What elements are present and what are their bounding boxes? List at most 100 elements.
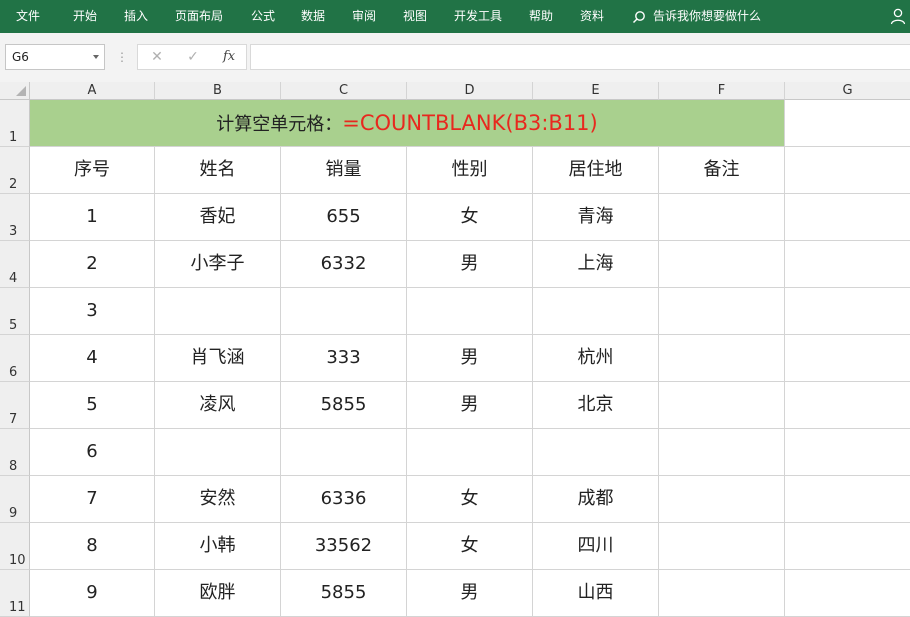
table-cell[interactable] bbox=[785, 288, 910, 335]
table-cell[interactable]: 男 bbox=[407, 382, 533, 429]
table-cell[interactable] bbox=[659, 335, 785, 382]
tab-insert[interactable]: 插入 bbox=[124, 0, 148, 33]
header-cell[interactable]: 姓名 bbox=[155, 147, 281, 194]
header-cell[interactable]: 备注 bbox=[659, 147, 785, 194]
table-cell[interactable] bbox=[785, 241, 910, 288]
table-cell[interactable] bbox=[659, 382, 785, 429]
row-header-3[interactable]: 3 bbox=[0, 194, 30, 241]
table-cell[interactable]: 香妃 bbox=[155, 194, 281, 241]
table-cell[interactable]: 小韩 bbox=[155, 523, 281, 570]
table-cell[interactable]: 男 bbox=[407, 570, 533, 617]
table-cell[interactable]: 青海 bbox=[533, 194, 659, 241]
row-header-9[interactable]: 9 bbox=[0, 476, 30, 523]
table-cell[interactable] bbox=[659, 288, 785, 335]
column-header-e[interactable]: E bbox=[533, 82, 659, 100]
table-cell[interactable]: 男 bbox=[407, 335, 533, 382]
table-cell[interactable]: 四川 bbox=[533, 523, 659, 570]
table-cell[interactable]: 小李子 bbox=[155, 241, 281, 288]
table-cell[interactable] bbox=[659, 523, 785, 570]
table-cell[interactable]: 凌风 bbox=[155, 382, 281, 429]
select-all-corner[interactable] bbox=[0, 82, 30, 100]
table-cell[interactable] bbox=[785, 523, 910, 570]
table-cell[interactable] bbox=[533, 429, 659, 476]
row-header-8[interactable]: 8 bbox=[0, 429, 30, 476]
table-cell[interactable]: 655 bbox=[281, 194, 407, 241]
table-cell[interactable]: 肖飞涵 bbox=[155, 335, 281, 382]
header-cell[interactable]: 销量 bbox=[281, 147, 407, 194]
table-cell[interactable]: 上海 bbox=[533, 241, 659, 288]
table-cell[interactable] bbox=[659, 194, 785, 241]
table-cell[interactable]: 山西 bbox=[533, 570, 659, 617]
table-cell[interactable]: 6 bbox=[30, 429, 155, 476]
row-header-10[interactable]: 10 bbox=[0, 523, 30, 570]
title-cell-a1[interactable]: 计算空单元格：=COUNTBLANK(B3:B11) bbox=[30, 100, 785, 147]
table-cell[interactable]: 7 bbox=[30, 476, 155, 523]
table-cell[interactable] bbox=[407, 288, 533, 335]
chevron-down-icon[interactable] bbox=[93, 55, 99, 59]
tab-data[interactable]: 数据 bbox=[301, 0, 325, 33]
table-cell[interactable] bbox=[155, 288, 281, 335]
row-header-2[interactable]: 2 bbox=[0, 147, 30, 194]
column-header-g[interactable]: G bbox=[785, 82, 910, 100]
cell[interactable] bbox=[785, 100, 910, 147]
table-cell[interactable]: 5855 bbox=[281, 382, 407, 429]
row-header-4[interactable]: 4 bbox=[0, 241, 30, 288]
table-cell[interactable] bbox=[281, 429, 407, 476]
row-header-7[interactable]: 7 bbox=[0, 382, 30, 429]
table-cell[interactable]: 女 bbox=[407, 194, 533, 241]
row-header-6[interactable]: 6 bbox=[0, 335, 30, 382]
table-cell[interactable]: 6336 bbox=[281, 476, 407, 523]
formula-input[interactable] bbox=[250, 44, 910, 70]
tab-home[interactable]: 开始 bbox=[73, 0, 97, 33]
table-cell[interactable]: 3 bbox=[30, 288, 155, 335]
header-cell[interactable]: 性别 bbox=[407, 147, 533, 194]
column-header-c[interactable]: C bbox=[281, 82, 407, 100]
table-cell[interactable] bbox=[785, 335, 910, 382]
table-cell[interactable] bbox=[785, 429, 910, 476]
user-icon[interactable] bbox=[890, 8, 906, 25]
tab-resources[interactable]: 资料 bbox=[580, 0, 604, 33]
table-cell[interactable]: 8 bbox=[30, 523, 155, 570]
column-header-b[interactable]: B bbox=[155, 82, 281, 100]
table-cell[interactable]: 杭州 bbox=[533, 335, 659, 382]
cancel-icon[interactable]: ✕ bbox=[145, 45, 169, 69]
tell-me-search[interactable]: 告诉我你想要做什么 bbox=[632, 0, 761, 33]
tab-review[interactable]: 审阅 bbox=[352, 0, 376, 33]
row-header-5[interactable]: 5 bbox=[0, 288, 30, 335]
table-cell[interactable] bbox=[785, 476, 910, 523]
table-cell[interactable]: 安然 bbox=[155, 476, 281, 523]
table-cell[interactable] bbox=[659, 570, 785, 617]
table-cell[interactable] bbox=[785, 194, 910, 241]
tab-formulas[interactable]: 公式 bbox=[251, 0, 275, 33]
table-cell[interactable]: 女 bbox=[407, 476, 533, 523]
row-header-11[interactable]: 11 bbox=[0, 570, 30, 617]
column-header-f[interactable]: F bbox=[659, 82, 785, 100]
table-cell[interactable]: 9 bbox=[30, 570, 155, 617]
table-cell[interactable] bbox=[659, 429, 785, 476]
table-cell[interactable]: 女 bbox=[407, 523, 533, 570]
table-cell[interactable]: 男 bbox=[407, 241, 533, 288]
header-cell[interactable]: 居住地 bbox=[533, 147, 659, 194]
table-cell[interactable]: 5855 bbox=[281, 570, 407, 617]
table-cell[interactable]: 成都 bbox=[533, 476, 659, 523]
confirm-icon[interactable]: ✓ bbox=[181, 45, 205, 69]
insert-function-icon[interactable]: fx bbox=[223, 45, 235, 69]
header-cell[interactable]: 序号 bbox=[30, 147, 155, 194]
row-header-1[interactable]: 1 bbox=[0, 100, 30, 147]
table-cell[interactable]: 2 bbox=[30, 241, 155, 288]
table-cell[interactable]: 4 bbox=[30, 335, 155, 382]
table-cell[interactable] bbox=[281, 288, 407, 335]
table-cell[interactable] bbox=[659, 241, 785, 288]
table-cell[interactable]: 5 bbox=[30, 382, 155, 429]
tab-help[interactable]: 帮助 bbox=[529, 0, 553, 33]
table-cell[interactable] bbox=[785, 382, 910, 429]
table-cell[interactable]: 1 bbox=[30, 194, 155, 241]
tab-file[interactable]: 文件 bbox=[16, 0, 40, 33]
table-cell[interactable] bbox=[533, 288, 659, 335]
column-header-a[interactable]: A bbox=[30, 82, 155, 100]
table-cell[interactable]: 6332 bbox=[281, 241, 407, 288]
table-cell[interactable]: 欧胖 bbox=[155, 570, 281, 617]
table-cell[interactable] bbox=[785, 570, 910, 617]
tab-developer[interactable]: 开发工具 bbox=[454, 0, 502, 33]
table-cell[interactable] bbox=[407, 429, 533, 476]
